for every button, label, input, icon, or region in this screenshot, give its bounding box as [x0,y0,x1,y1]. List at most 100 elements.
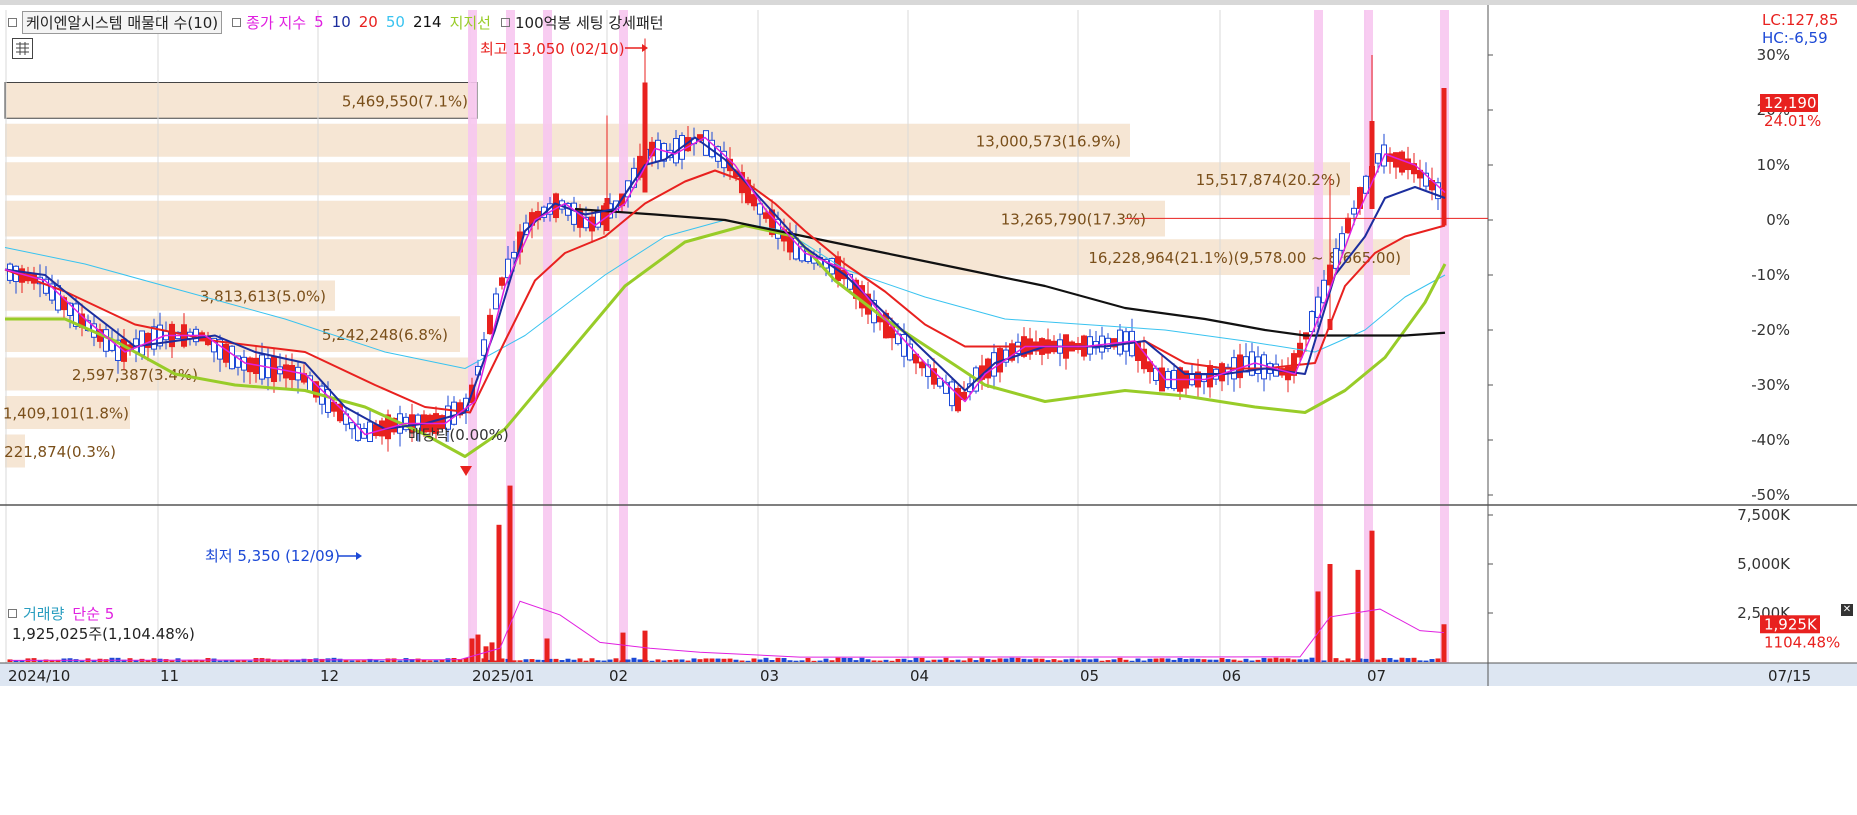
volume-bar [223,660,229,662]
candle-body [1399,151,1405,173]
volume-bar [496,524,502,662]
volume-bar [1405,658,1411,662]
volume-bar [1027,659,1033,662]
x-axis-label: 07 [1367,667,1386,685]
x-axis-label: 02 [609,667,628,685]
volume-bar [913,657,919,662]
volume-bar [1015,657,1021,662]
volume-bar [517,660,523,662]
volume-bar [577,658,583,662]
volume-bar [355,660,361,662]
legend-indicator-label[interactable]: 케이엔알시스템 매물대 수(10) [22,10,223,34]
volume-bar [841,657,847,662]
volume-bar [763,657,769,662]
volume-bar [277,660,283,662]
volume-bar [853,660,859,662]
x-axis-label: 03 [760,667,779,685]
candle-body [763,212,769,219]
legend-toggle-icon[interactable] [8,17,17,27]
volume-bar [469,638,475,662]
volume-bar [433,660,439,662]
volume-bar [847,658,853,662]
volume-bar [1273,657,1279,662]
volume-bar [949,660,955,662]
volume-bar [1231,659,1237,662]
volume-bar [1093,658,1099,662]
candle-body [349,422,355,430]
volume-ma-label: 단순 5 [72,605,115,623]
candle-body [511,251,517,259]
legend-toggle-icon[interactable] [232,17,242,27]
y-axis-tick-label: 10% [1757,156,1790,174]
x-axis-label: 11 [160,667,179,685]
volume-bar [169,660,175,662]
volume-bar [544,638,550,662]
volume-legend: 거래량 단순 5 [6,603,114,624]
volume-bar [961,660,967,662]
volume-bar [931,659,937,662]
volume-bar [217,660,223,662]
candle-body [325,388,331,413]
volume-bar [823,658,829,662]
volume-bar [397,660,403,662]
price-legend: 케이엔알시스템 매물대 수(10) 종가 지수 5 10 20 50 214 지… [6,10,672,34]
y-axis-tick-label: -10% [1751,266,1790,284]
volume-bar [1375,659,1381,662]
volume-profile-label: 3,813,613(5.0%) [200,288,326,306]
candle-body [1369,121,1375,209]
volume-bar [642,630,648,662]
volume-bar [607,659,613,662]
volume-bar [529,659,535,662]
volume-bar [1441,624,1447,662]
volume-bar [721,658,727,662]
low-annotation: 최저 5,350 (12/09) [205,547,340,565]
volume-bar [877,660,883,662]
candle-body [1351,207,1357,215]
volume-bar [1063,659,1069,662]
volume-bar [1081,658,1087,662]
volume-bar [535,659,541,662]
volume-bar [979,657,985,662]
legend-toggle-icon[interactable] [500,17,510,27]
volume-bar [1321,660,1327,662]
volume-bar [955,659,961,662]
volume-bar [943,657,949,662]
volume-bar [1381,657,1387,662]
volume-bar [1261,657,1267,662]
volume-bar [1003,658,1009,662]
volume-bar [817,660,823,662]
legend-toggle-icon[interactable] [8,609,17,618]
volume-bar [1045,660,1051,662]
volume-bar [925,660,931,662]
volume-bar [1213,659,1219,662]
volume-profile-label: 5,242,248(6.8%) [322,326,448,344]
volume-bar [967,658,973,662]
candle-body [223,343,229,363]
volume-axis-tick-label: 7,500K [1737,506,1791,524]
volume-bar [349,660,355,662]
table-grid-icon[interactable] [12,38,33,59]
volume-bar [415,658,421,662]
volume-bar [739,660,745,662]
chart-canvas[interactable]: 5,469,550(7.1%) 13,000,573(16.9%) 15,517,8… [0,0,1857,815]
volume-bar [1315,591,1321,662]
close-pane-icon[interactable]: ✕ [1841,604,1853,616]
candle-body [1261,354,1267,380]
price-pct-tag: 24.01% [1764,112,1821,130]
candle-body [1219,363,1225,382]
volume-bar [859,657,865,662]
volume-bar [1111,659,1117,662]
candle-body [451,401,457,425]
y-axis-tick-label: -50% [1751,486,1790,504]
candle-body [703,130,709,156]
volume-bar [427,660,433,662]
volume-bar [649,660,655,662]
volume-bar [1249,660,1255,662]
volume-bar [1417,660,1423,662]
volume-bar [1039,658,1045,662]
y-axis-tick-label: 0% [1766,211,1790,229]
high-annotation: 최고 13,050 (02/10) [480,40,625,58]
candle-body [367,421,373,443]
volume-bar [793,660,799,662]
volume-bar [673,659,679,662]
